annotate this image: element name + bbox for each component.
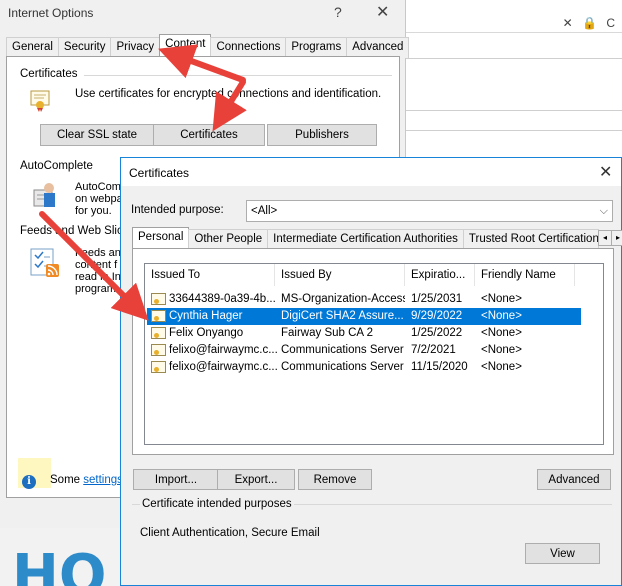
- cell-friendly-name: <None>: [481, 327, 522, 339]
- tab-content[interactable]: Content: [159, 34, 212, 58]
- close-button[interactable]: ✕: [376, 2, 389, 22]
- tab-privacy[interactable]: Privacy: [110, 37, 161, 58]
- column-header-issued-to[interactable]: Issued To: [145, 264, 275, 286]
- certificate-icon: [151, 327, 166, 339]
- remove-button[interactable]: Remove: [298, 469, 372, 490]
- tab-intermediate-ca[interactable]: Intermediate Certification Authorities: [267, 229, 464, 250]
- cell-expiration: 1/25/2031: [411, 293, 463, 305]
- cell-expiration: 11/15/2020: [411, 361, 468, 373]
- settings-footer: Some settings: [50, 474, 123, 486]
- certificates-group-label: Certificates: [20, 68, 78, 80]
- window-title: Internet Options: [8, 6, 94, 20]
- dialog-close-button[interactable]: ✕: [599, 162, 612, 182]
- list-header: Issued To Issued By Expiratio... Friendl…: [145, 264, 603, 286]
- intended-purposes-label: Certificate intended purposes: [140, 498, 294, 510]
- column-header-issued-by[interactable]: Issued By: [275, 264, 405, 286]
- chevron-right-icon[interactable]: ▸: [611, 230, 622, 246]
- tab-general[interactable]: General: [6, 37, 59, 58]
- cell-issued-to: felixo@fairwaymc.c...: [169, 361, 277, 373]
- cell-issued-to: Felix Onyango: [169, 327, 244, 339]
- dialog-titlebar: Certificates ✕: [121, 158, 621, 186]
- cell-issued-to: 33644389-0a39-4b...: [169, 293, 276, 305]
- tab-strip: General Security Privacy Content Connect…: [6, 34, 410, 58]
- tab-advanced[interactable]: Advanced: [346, 37, 410, 58]
- intended-purposes-group: Certificate intended purposes Client Aut…: [132, 498, 612, 580]
- intended-purposes-value: Client Authentication, Secure Email: [140, 527, 320, 539]
- intended-purpose-value: <All>: [251, 205, 278, 217]
- cell-friendly-name: <None>: [481, 310, 522, 322]
- table-row[interactable]: felixo@fairwaymc.c... Communications Ser…: [147, 359, 581, 376]
- cell-friendly-name: <None>: [481, 293, 522, 305]
- cell-friendly-name: <None>: [481, 344, 522, 356]
- intended-purpose-select[interactable]: <All> ⌵: [246, 200, 613, 222]
- chevron-down-icon: ⌵: [599, 205, 608, 217]
- publishers-button[interactable]: Publishers: [267, 124, 377, 146]
- browser-divider: [405, 130, 622, 131]
- cell-expiration: 9/29/2022: [411, 310, 463, 322]
- cell-friendly-name: <None>: [481, 361, 522, 373]
- certificate-tabs: Personal Other People Intermediate Certi…: [132, 227, 599, 251]
- certificate-list[interactable]: Issued To Issued By Expiratio... Friendl…: [144, 263, 604, 445]
- settings-footer-prefix: Some: [50, 474, 81, 486]
- help-button[interactable]: ?: [334, 4, 342, 20]
- certificate-icon: [30, 90, 50, 112]
- intended-purpose-label: Intended purpose:: [131, 204, 224, 216]
- tab-other-people[interactable]: Other People: [188, 229, 269, 250]
- certificates-dialog: Certificates ✕ Intended purpose: <All> ⌵…: [120, 157, 622, 586]
- import-button[interactable]: Import...: [133, 469, 219, 490]
- autocomplete-group-label: AutoComplete: [20, 160, 93, 172]
- tab-security[interactable]: Security: [57, 37, 112, 58]
- column-header-friendly-name[interactable]: Friendly Name: [475, 264, 575, 286]
- tab-programs[interactable]: Programs: [285, 37, 348, 58]
- feeds-group-label: Feeds and Web Slices: [20, 225, 120, 237]
- certificates-description: Use certificates for encrypted connectio…: [75, 88, 382, 100]
- site-logo: HO: [12, 548, 107, 586]
- autocomplete-icon: [33, 183, 55, 207]
- cell-issued-by: DigiCert SHA2 Assure...: [281, 310, 404, 322]
- certificate-icon: [151, 361, 166, 373]
- certificates-button[interactable]: Certificates: [153, 124, 265, 146]
- address-bar-icons[interactable]: ✕ 🔒 C: [563, 16, 618, 30]
- personal-tab-panel: Issued To Issued By Expiratio... Friendl…: [132, 248, 614, 455]
- tab-trusted-root[interactable]: Trusted Root Certification: [462, 229, 599, 250]
- cell-issued-by: Fairway Sub CA 2: [281, 327, 374, 339]
- browser-divider: [405, 58, 622, 59]
- browser-divider: [405, 110, 622, 111]
- group-divider: [84, 75, 392, 76]
- view-button[interactable]: View: [525, 543, 600, 564]
- advanced-button[interactable]: Advanced: [537, 469, 611, 490]
- cell-issued-to: felixo@fairwaymc.c...: [169, 344, 277, 356]
- clear-ssl-state-button[interactable]: Clear SSL state: [40, 124, 154, 146]
- certificate-icon: [151, 293, 166, 305]
- table-row[interactable]: Felix Onyango Fairway Sub CA 2 1/25/2022…: [147, 325, 581, 342]
- table-row-selected[interactable]: Cynthia Hager DigiCert SHA2 Assure... 9/…: [147, 308, 581, 325]
- cell-issued-by: Communications Server: [281, 361, 404, 373]
- cell-expiration: 1/25/2022: [411, 327, 463, 339]
- tab-scroll-controls: ◂ ▸: [598, 230, 622, 246]
- column-header-expiration[interactable]: Expiratio...: [405, 264, 475, 286]
- chevron-left-icon[interactable]: ◂: [598, 230, 612, 246]
- settings-link[interactable]: settings: [83, 474, 123, 486]
- dialog-title: Certificates: [129, 166, 190, 180]
- tab-connections[interactable]: Connections: [210, 37, 287, 58]
- certificate-icon: [151, 344, 166, 356]
- export-button[interactable]: Export...: [217, 469, 295, 490]
- cell-expiration: 7/2/2021: [411, 344, 456, 356]
- address-bar[interactable]: ✕ 🔒 C: [405, 6, 622, 33]
- cell-issued-by: MS-Organization-Access: [281, 293, 405, 305]
- feeds-icon: [30, 248, 59, 277]
- cell-issued-to: Cynthia Hager: [169, 310, 243, 322]
- cell-issued-by: Communications Server: [281, 344, 404, 356]
- table-row[interactable]: 33644389-0a39-4b... MS-Organization-Acce…: [147, 291, 581, 308]
- certificate-icon: [151, 310, 166, 322]
- table-row[interactable]: felixo@fairwaymc.c... Communications Ser…: [147, 342, 581, 359]
- info-icon: i: [22, 475, 36, 489]
